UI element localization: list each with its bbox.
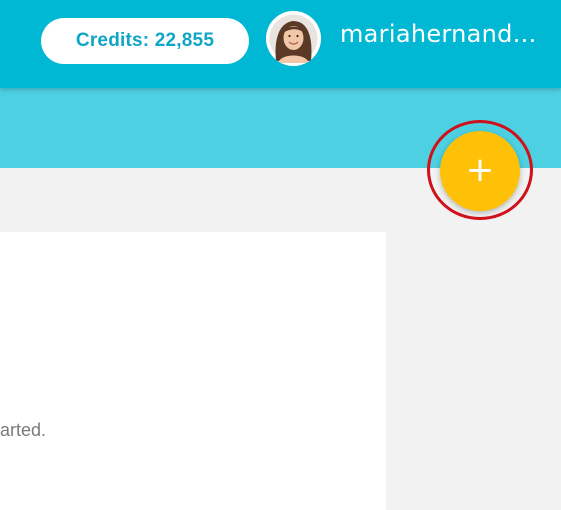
card-partial-text: arted. [0,420,47,440]
avatar-photo-icon [266,11,321,66]
top-navigation-bar: Credits: 22,855 mariahernand... [0,0,561,88]
user-avatar[interactable] [266,11,321,66]
credits-badge[interactable]: Credits: 22,855 [41,18,249,64]
content-card: arted. [0,232,386,510]
add-button[interactable]: + [440,131,520,211]
plus-icon: + [465,150,495,190]
username-label[interactable]: mariahernand... [340,20,550,48]
